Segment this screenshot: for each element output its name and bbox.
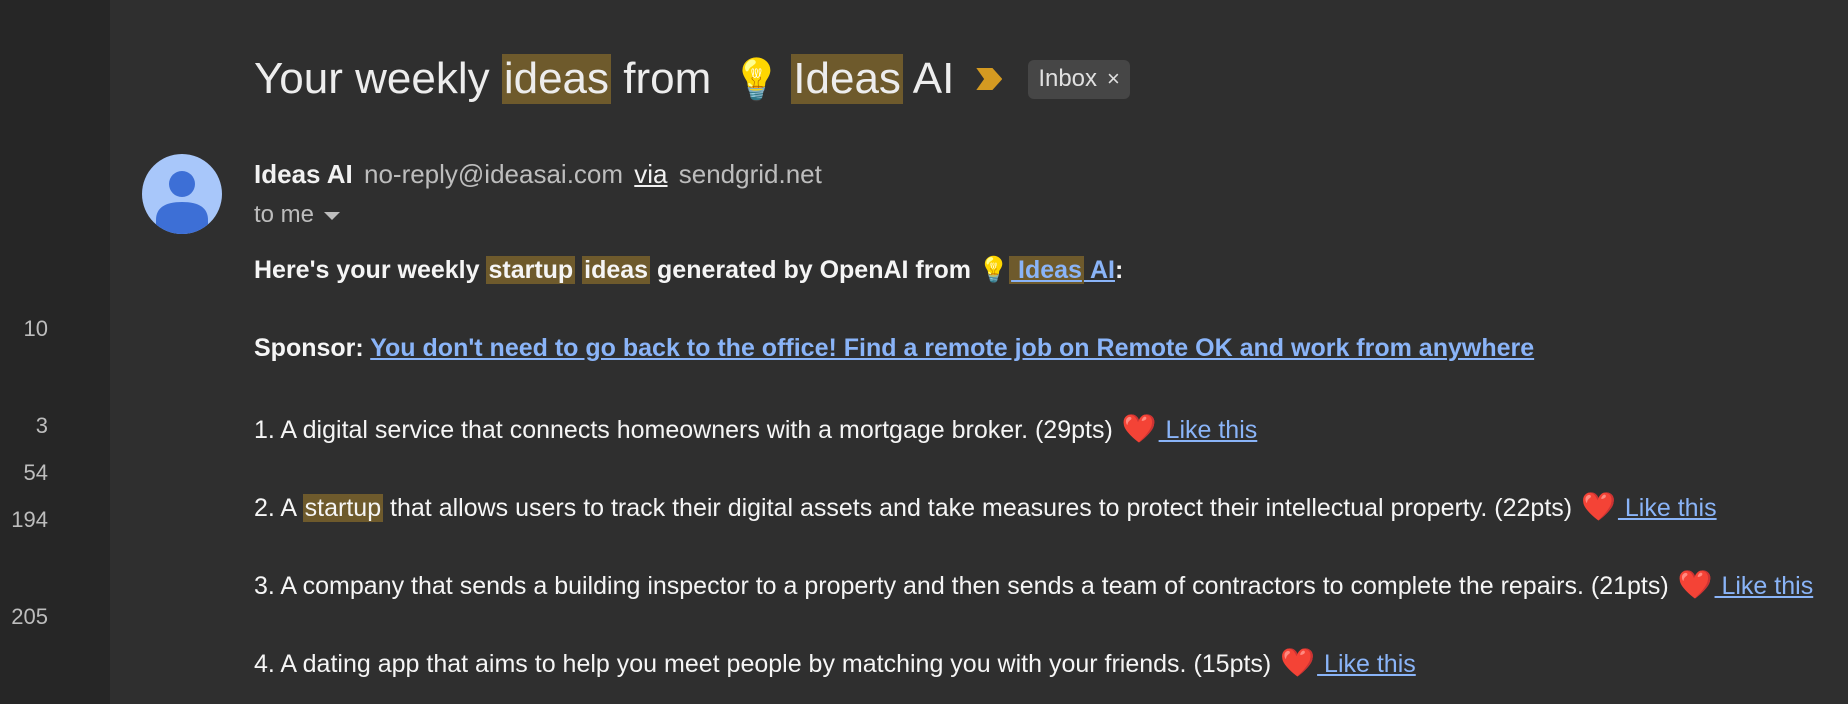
sender-avatar[interactable] <box>142 154 222 234</box>
link-text: AI <box>1089 256 1115 284</box>
heart-icon: ❤️ <box>1677 569 1713 600</box>
lightbulb-emoji: 💡 <box>977 256 1010 284</box>
idea-item: 1. A digital service that connects homeo… <box>254 412 1257 445</box>
subject-text: Your weekly <box>254 54 502 103</box>
subject-text: from <box>611 54 724 103</box>
intro-text: : <box>1114 256 1124 284</box>
heart-icon: ❤️ <box>1581 491 1616 522</box>
label-chip-inbox[interactable]: Inbox × <box>1028 59 1130 99</box>
idea-item: 4. A dating app that aims to help you me… <box>254 646 1416 679</box>
recipient-text: to me <box>254 201 315 228</box>
like-link[interactable]: Like this <box>1159 416 1258 444</box>
ideas-ai-link[interactable]: Ideas AI <box>1009 256 1115 284</box>
search-highlight: startup <box>302 494 384 522</box>
sender-email: no-reply@ideasai.com <box>363 159 624 189</box>
message-count: 3 <box>35 413 48 438</box>
sponsor-line: Sponsor: You don't need to go back to th… <box>254 334 1534 363</box>
message-count: 194 <box>11 507 48 532</box>
idea-text: 4. A dating app that aims to help you me… <box>254 650 1272 678</box>
sender-info: Ideas AI no-reply@ideasai.com via sendgr… <box>254 159 822 190</box>
person-icon <box>156 171 208 234</box>
heart-icon: ❤️ <box>1121 413 1157 444</box>
like-link[interactable]: Like this <box>1715 572 1813 600</box>
intro-line: Here's your weekly startup ideas generat… <box>254 256 1123 285</box>
remove-label-icon[interactable]: × <box>1107 66 1120 92</box>
intro-text: Here's your weekly <box>254 256 487 284</box>
via-domain: sendgrid.net <box>678 159 822 189</box>
search-highlight: ideas <box>582 256 651 284</box>
idea-item: 2. A startup that allows users to track … <box>254 490 1717 523</box>
label-chip-text: Inbox <box>1038 64 1098 92</box>
like-link[interactable]: Like this <box>1618 494 1717 522</box>
recipient-details[interactable]: to me <box>254 201 341 229</box>
importance-marker-icon[interactable] <box>976 68 1003 90</box>
search-highlight: startup <box>486 256 576 284</box>
email-subject: Your weekly ideas from 💡 Ideas AI Inbox … <box>254 54 1130 104</box>
intro-text: generated by OpenAI from <box>650 256 978 284</box>
idea-item: 3. A company that sends a building inspe… <box>254 568 1848 601</box>
sponsor-link[interactable]: You don't need to go back to the office!… <box>370 334 1534 362</box>
message-count: 54 <box>23 460 48 485</box>
search-highlight: ideas <box>501 54 612 104</box>
chevron-down-icon[interactable] <box>324 212 341 220</box>
subject-text: AI <box>902 54 955 103</box>
message-count: 10 <box>23 316 48 341</box>
heart-icon: ❤️ <box>1280 647 1316 678</box>
search-highlight: Ideas <box>1009 256 1084 284</box>
lightbulb-emoji: 💡 <box>731 57 782 102</box>
via-link[interactable]: via <box>634 159 667 189</box>
search-highlight: Ideas <box>791 54 903 104</box>
idea-text: 2. A <box>254 494 303 522</box>
like-link[interactable]: Like this <box>1317 650 1416 678</box>
idea-text: that allows users to track their digital… <box>383 494 1573 522</box>
idea-text: 3. A company that sends a building inspe… <box>254 572 1669 600</box>
message-count: 205 <box>11 604 48 629</box>
sponsor-label: Sponsor: <box>254 334 371 362</box>
sender-name[interactable]: Ideas AI <box>254 159 353 189</box>
left-gutter: 10 3 54 194 205 <box>0 0 110 704</box>
idea-text: 1. A digital service that connects homeo… <box>254 416 1113 444</box>
